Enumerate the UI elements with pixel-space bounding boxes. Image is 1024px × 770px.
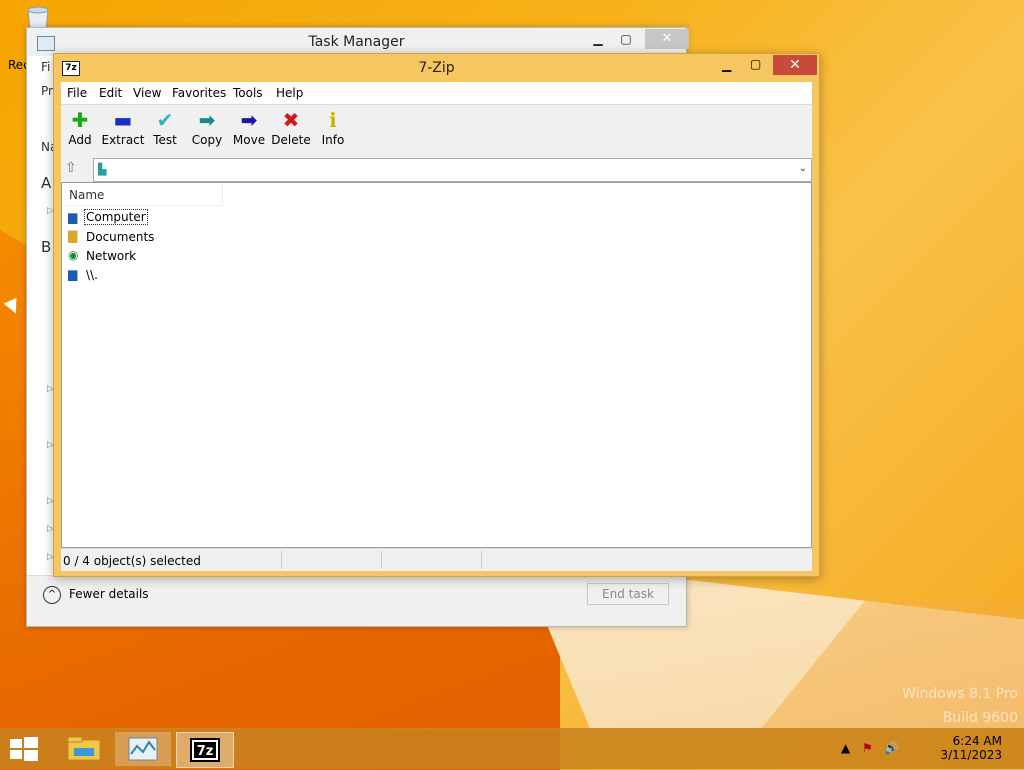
task-manager-group-apps: A [41,174,52,192]
status-divider [481,551,482,569]
status-divider [281,551,282,569]
maximize-button[interactable]: ▢ [750,57,761,71]
sevenzip-title: 7-Zip [418,60,455,76]
delete-button[interactable]: ✖ Delete [269,109,313,147]
end-task-button[interactable]: End task [587,583,669,605]
list-item-label: Computer [84,209,148,225]
arrow-right-icon: ➡ [198,108,216,132]
extract-label: Extract [101,133,145,147]
info-button[interactable]: ℹ Info [311,109,355,147]
drive-icon: ▙ [98,163,107,176]
status-divider [381,551,382,569]
move-label: Move [232,133,266,147]
folder-icon [67,736,101,761]
test-label: Test [153,133,177,147]
test-button[interactable]: ✔ Test [143,109,187,147]
info-label: Info [321,133,345,147]
status-text: 0 / 4 object(s) selected [63,554,201,568]
list-item-label: \\. [86,268,98,282]
action-center-flag-icon[interactable]: ⚑ [862,741,873,755]
start-button[interactable] [10,737,38,761]
add-button[interactable]: ✚ Add [58,109,102,147]
windows-watermark-line1: Windows 8.1 Pro [902,686,1018,702]
task-manager-menu-file[interactable]: Fi [41,60,50,74]
delete-label: Delete [271,133,311,147]
close-button[interactable]: ✕ [645,29,689,49]
minimize-button[interactable]: ▁ [722,58,731,72]
check-icon: ✔ [156,108,174,132]
sevenzip-titlebar[interactable]: 7z 7-Zip ▁ ▢ ✕ [54,54,819,82]
x-icon: ✖ [282,108,300,132]
copy-button[interactable]: ➡ Copy [185,109,229,147]
clock-date: 3/11/2023 [940,748,1002,762]
show-hidden-icons-icon[interactable]: ▲ [841,741,850,755]
folder-icon: ▇ [68,229,78,243]
menu-view[interactable]: View [133,86,161,100]
maximize-button[interactable]: ▢ [613,32,639,50]
chevron-down-icon[interactable]: ⌄ [799,163,807,174]
network-icon: ◉ [68,248,79,262]
taskbar-7zip[interactable]: 7z [176,732,234,768]
menu-edit[interactable]: Edit [99,86,122,100]
taskbar: 7z ▲ ⚑ 🔊 6:24 AM 3/11/2023 [0,728,1024,769]
task-manager-group-background: B [41,238,52,256]
minimize-button[interactable]: ▁ [585,32,611,50]
menu-favorites[interactable]: Favorites [172,86,226,100]
info-icon: ℹ [329,108,337,132]
chevron-up-icon[interactable]: ^ [43,586,61,604]
copy-label: Copy [191,133,223,147]
up-folder-icon[interactable]: ⇧ [65,160,81,176]
clock-time: 6:24 AM [952,734,1002,748]
address-input[interactable]: ▙ ⌄ [93,158,812,182]
arrow-right-icon: ➡ [240,108,258,132]
list-item-label: Documents [86,230,155,244]
menu-help[interactable]: Help [276,86,303,100]
fewer-details-link[interactable]: Fewer details [69,587,149,601]
menu-tools[interactable]: Tools [233,86,263,100]
toolbar: ✚ Add ▬ Extract ✔ Test ➡ Copy ➡ Move ✖ D… [61,105,812,157]
column-header-label: Name [69,188,105,202]
sevenzip-icon: 7z [190,738,220,762]
volume-icon[interactable]: 🔊 [884,741,899,755]
windows-watermark-line2: Build 9600 [942,710,1018,726]
menu-bar: File Edit View Favorites Tools Help [61,82,812,105]
extract-button[interactable]: ▬ Extract [101,109,145,147]
task-manager-tab[interactable]: Pr [41,84,53,98]
file-list[interactable]: Name ▆ Computer ▇ Documents ◉ Network ▆ … [61,182,812,548]
menu-file[interactable]: File [67,86,87,100]
computer-icon: ▆ [68,210,78,224]
svg-text:7z: 7z [197,744,214,759]
move-button[interactable]: ➡ Move [227,109,271,147]
close-button[interactable]: ✕ [773,55,817,75]
sevenzip-window[interactable]: 7z 7-Zip ▁ ▢ ✕ File Edit View Favorites … [53,53,820,577]
clock[interactable]: 6:24 AM 3/11/2023 [940,734,1002,762]
add-label: Add [68,133,92,147]
task-manager-footer: ^ Fewer details End task [27,575,686,626]
taskbar-file-explorer[interactable] [56,732,112,766]
taskbar-task-manager[interactable] [115,732,171,766]
minus-icon: ▬ [113,108,133,132]
task-manager-icon [128,737,158,761]
status-bar: 0 / 4 object(s) selected [61,548,812,571]
computer-icon: ▆ [68,267,78,281]
list-item-label: Network [86,249,137,263]
plus-icon: ✚ [71,108,89,132]
sevenzip-client-area: File Edit View Favorites Tools Help ✚ Ad… [61,82,812,571]
address-bar: ⇧ ▙ ⌄ [61,157,812,182]
task-manager-titlebar[interactable]: Task Manager ▁ ▢ ✕ [27,28,689,56]
column-header-name[interactable]: Name [62,183,223,206]
